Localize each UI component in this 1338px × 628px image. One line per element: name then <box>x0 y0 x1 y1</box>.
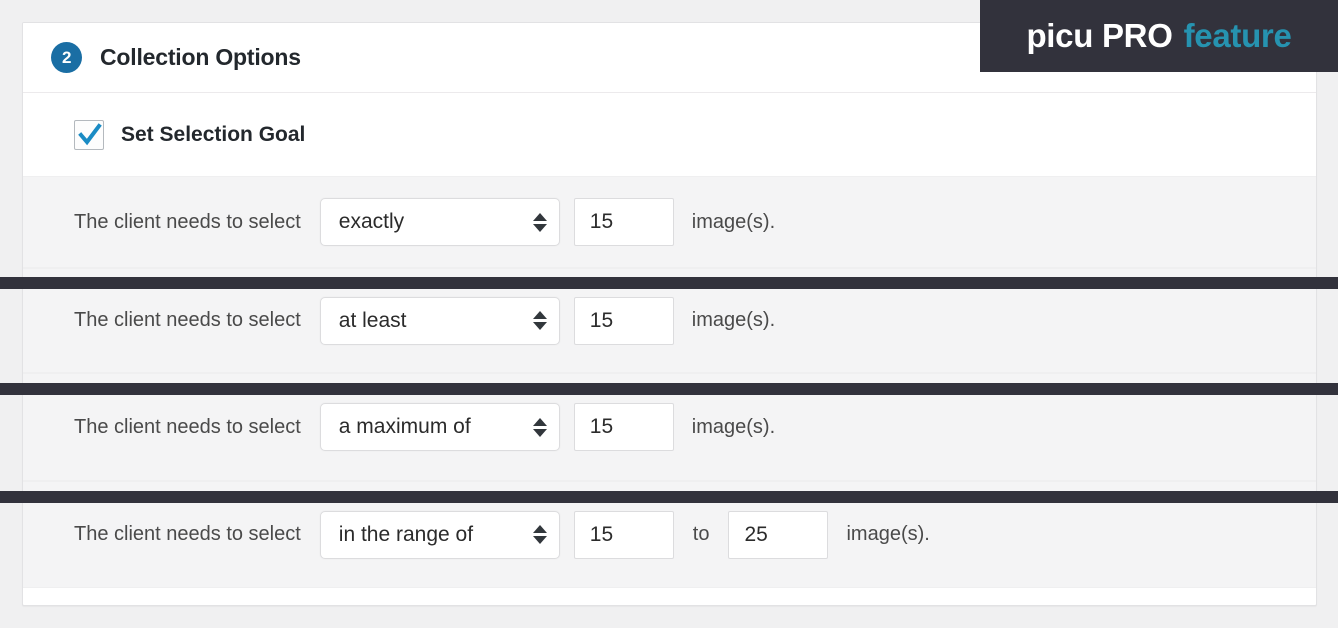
row-2-mode-select[interactable]: at least <box>319 296 560 345</box>
row-4-range-max-input[interactable]: 25 <box>728 510 829 559</box>
row-4-mode-select-value: in the range of <box>338 522 474 546</box>
row-2-lead-text: The client needs to select <box>74 309 301 331</box>
set-selection-goal-row: Set Selection Goal <box>23 93 1316 176</box>
updown-arrows-icon <box>531 417 549 437</box>
row-3-lead-text: The client needs to select <box>74 415 301 438</box>
row-separator-3 <box>0 491 1338 503</box>
page-title: Collection Options <box>100 44 301 70</box>
row-1-lead-text: The client needs to select <box>74 210 301 233</box>
pro-badge-main-text: picu PRO <box>1026 17 1173 54</box>
row-1-tail-text: image(s). <box>691 210 776 233</box>
row-separator-2 <box>0 383 1338 395</box>
pro-feature-badge: picu PRO feature <box>980 0 1338 72</box>
updown-arrows-icon <box>531 212 549 232</box>
set-selection-goal-checkbox[interactable] <box>74 119 104 150</box>
set-selection-goal-label: Set Selection Goal <box>121 122 306 146</box>
selection-goal-row-1: The client needs to select exactly 15 im… <box>23 176 1316 268</box>
row-2-tail-text: image(s). <box>691 309 776 331</box>
row-2-count-input[interactable]: 15 <box>573 296 674 345</box>
row-1-mode-select[interactable]: exactly <box>319 198 560 246</box>
row-3-count-input[interactable]: 15 <box>573 403 674 451</box>
row-2-mode-select-value: at least <box>338 308 407 332</box>
updown-arrows-icon <box>531 525 549 544</box>
updown-arrows-icon <box>531 311 549 330</box>
row-3-mode-select-value: a maximum of <box>338 415 471 438</box>
collection-options-card: 2 Collection Options Set Selection Goal … <box>22 22 1317 606</box>
row-4-range-separator-text: to <box>692 523 710 545</box>
row-4-tail-text: image(s). <box>846 523 930 545</box>
row-1-mode-select-value: exactly <box>338 210 405 233</box>
row-3-mode-select[interactable]: a maximum of <box>319 403 560 451</box>
row-4-lead-text: The client needs to select <box>74 523 301 545</box>
step-number-badge: 2 <box>51 42 82 73</box>
pro-badge-accent-text: feature <box>1183 17 1292 54</box>
row-4-range-min-input[interactable]: 15 <box>573 510 674 559</box>
row-separator-1 <box>0 277 1338 289</box>
checkmark-icon <box>78 122 102 145</box>
row-1-count-input[interactable]: 15 <box>573 198 674 246</box>
row-4-mode-select[interactable]: in the range of <box>319 510 560 559</box>
row-3-tail-text: image(s). <box>691 415 776 438</box>
